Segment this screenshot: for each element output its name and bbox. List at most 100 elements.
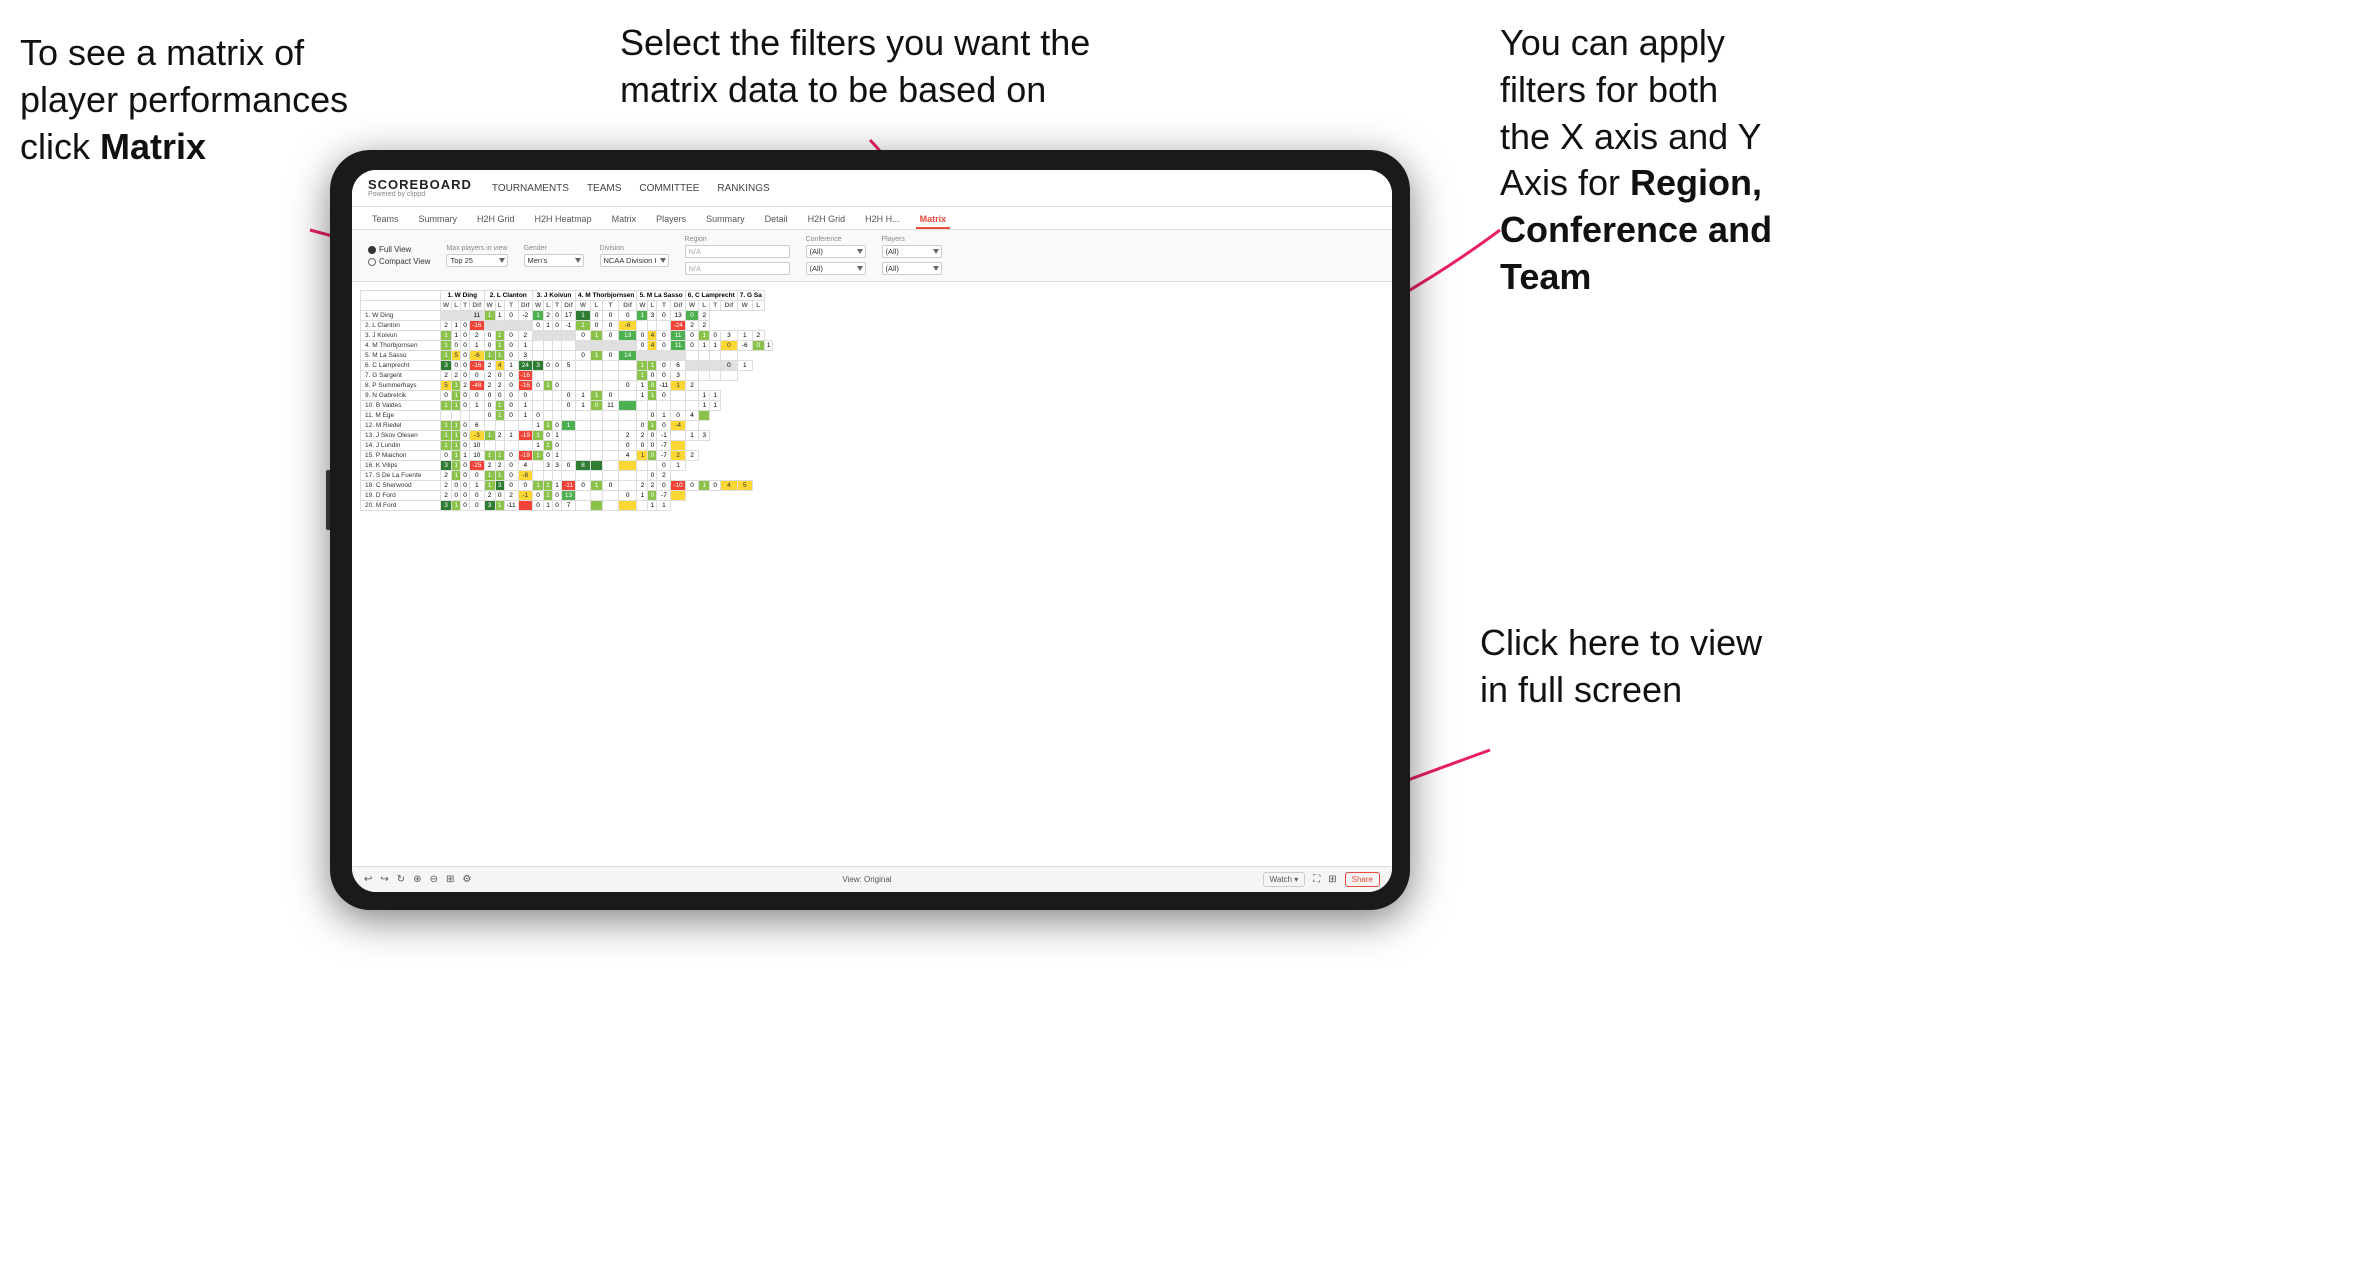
matrix-cell: 0 <box>461 471 470 481</box>
matrix-cell: 0 <box>603 351 619 361</box>
undo-icon[interactable]: ↩ <box>364 874 372 885</box>
share-button[interactable]: Share <box>1345 872 1380 887</box>
nav-tournaments[interactable]: TOURNAMENTS <box>492 181 569 196</box>
matrix-cell: 1 <box>637 361 648 371</box>
subnav-matrix-active[interactable]: Matrix <box>916 211 951 229</box>
player-name-cell: 16. K Vilips <box>361 461 441 471</box>
matrix-area[interactable]: 1. W Ding 2. L Clanton 3. J Koivun 4. M … <box>352 282 1392 866</box>
zoom-out-icon[interactable]: ⊖ <box>430 874 438 885</box>
matrix-cell <box>648 321 657 331</box>
conference-select[interactable]: (All) <box>806 245 866 258</box>
settings-icon[interactable]: ⚙ <box>462 874 471 885</box>
matrix-cell: 0 <box>657 331 671 341</box>
players-label: Players <box>882 236 942 243</box>
matrix-cell: 0 <box>484 331 495 341</box>
matrix-cell: 2 <box>752 331 764 341</box>
region-input2[interactable] <box>685 262 790 275</box>
matrix-cell: 2 <box>484 461 495 471</box>
matrix-cell: 1 <box>576 401 591 411</box>
matrix-cell <box>618 401 636 411</box>
matrix-cell: 2 <box>495 381 504 391</box>
fullscreen-icon[interactable]: ⛶ <box>1313 874 1320 885</box>
matrix-cell: 0 <box>504 381 518 391</box>
matrix-cell: 2 <box>648 481 657 491</box>
sh-w4: W <box>576 301 591 311</box>
table-row: 16. K Vilips310-252204330801 <box>361 461 773 471</box>
nav-teams[interactable]: TEAMS <box>587 181 621 196</box>
region-input[interactable] <box>685 245 790 258</box>
toolbar-left: ↩ ↪ ↻ ⊕ ⊖ ⊞ ⚙ <box>364 874 471 885</box>
ann-br-line2: in full screen <box>1480 669 1682 710</box>
matrix-cell <box>504 321 518 331</box>
subnav-summary2[interactable]: Summary <box>702 211 749 229</box>
matrix-cell: 1 <box>576 321 591 331</box>
matrix-cell: 0 <box>461 461 470 471</box>
matrix-cell: 8 <box>576 461 591 471</box>
division-select[interactable]: NCAA Division I <box>600 254 669 267</box>
zoom-in-icon[interactable]: ⊕ <box>413 874 421 885</box>
matrix-cell: 0 <box>752 341 764 351</box>
table-row: 14. J Lundin11010110000-7 <box>361 441 773 451</box>
matrix-cell: 3 <box>441 461 452 471</box>
matrix-cell: 0 <box>441 451 452 461</box>
subnav-players[interactable]: Players <box>652 211 690 229</box>
matrix-cell: 2 <box>441 491 452 501</box>
matrix-cell: 11 <box>470 311 484 321</box>
matrix-cell <box>685 421 699 431</box>
grid-icon[interactable]: ⊞ <box>446 874 454 885</box>
matrix-cell: 0 <box>648 491 657 501</box>
matrix-cell: 0 <box>452 481 461 491</box>
sh-l5: L <box>648 301 657 311</box>
max-players-select[interactable]: Top 25 <box>446 254 507 267</box>
matrix-cell: 1 <box>495 341 504 351</box>
gender-select[interactable]: Men's <box>524 254 584 267</box>
matrix-table: 1. W Ding 2. L Clanton 3. J Koivun 4. M … <box>360 290 773 511</box>
player-name-cell: 5. M La Sasso <box>361 351 441 361</box>
matrix-cell <box>637 401 648 411</box>
subnav-h2h-heatmap[interactable]: H2H Heatmap <box>531 211 596 229</box>
subnav-detail[interactable]: Detail <box>761 211 792 229</box>
refresh-icon[interactable]: ↻ <box>397 874 405 885</box>
watch-button[interactable]: Watch ▾ <box>1263 872 1306 887</box>
subnav-summary[interactable]: Summary <box>415 211 462 229</box>
matrix-cell: 2 <box>484 381 495 391</box>
matrix-cell: 0 <box>532 381 543 391</box>
matrix-cell: 0 <box>461 341 470 351</box>
players-filter: Players (All) (All) <box>882 236 942 275</box>
matrix-cell: 2 <box>699 311 710 321</box>
compact-view-option[interactable]: Compact View <box>368 257 430 266</box>
matrix-cell <box>637 461 648 471</box>
subnav-h2h-h[interactable]: H2H H... <box>861 211 904 229</box>
matrix-cell <box>685 371 699 381</box>
subnav-h2h-grid2[interactable]: H2H Grid <box>804 211 850 229</box>
nav-committee[interactable]: COMMITTEE <box>639 181 699 196</box>
players-select2[interactable]: (All) <box>882 262 942 275</box>
bottom-toolbar: ↩ ↪ ↻ ⊕ ⊖ ⊞ ⚙ View: Original Watch ▾ ⛶ ⊞… <box>352 866 1392 892</box>
matrix-cell: -11 <box>657 381 671 391</box>
matrix-cell <box>576 431 591 441</box>
subnav-h2h-grid[interactable]: H2H Grid <box>473 211 519 229</box>
matrix-cell <box>710 351 721 361</box>
players-select[interactable]: (All) <box>882 245 942 258</box>
matrix-cell: 0 <box>504 351 518 361</box>
conference-select2[interactable]: (All) <box>806 262 866 275</box>
matrix-cell: 2 <box>484 371 495 381</box>
sub-nav: Teams Summary H2H Grid H2H Heatmap Matri… <box>352 207 1392 230</box>
nav-rankings[interactable]: RANKINGS <box>717 181 769 196</box>
matrix-cell: 1 <box>576 311 591 321</box>
conference-filter: Conference (All) (All) <box>806 236 866 275</box>
matrix-cell: 0 <box>553 311 562 321</box>
redo-icon[interactable]: ↪ <box>380 874 388 885</box>
sh-w7: W <box>737 301 752 311</box>
matrix-cell: 1 <box>484 481 495 491</box>
grid2-icon[interactable]: ⊞ <box>1328 874 1336 885</box>
subnav-matrix[interactable]: Matrix <box>608 211 641 229</box>
subnav-teams[interactable]: Teams <box>368 211 403 229</box>
logo-main-text: SCOREBOARD <box>368 178 472 191</box>
matrix-cell: 1 <box>452 321 461 331</box>
player-name-cell: 1. W Ding <box>361 311 441 321</box>
player-name-cell: 13. J Skov Olesen <box>361 431 441 441</box>
full-view-option[interactable]: Full View <box>368 245 430 254</box>
sh-w3: W <box>532 301 543 311</box>
sh-t6: T <box>710 301 721 311</box>
